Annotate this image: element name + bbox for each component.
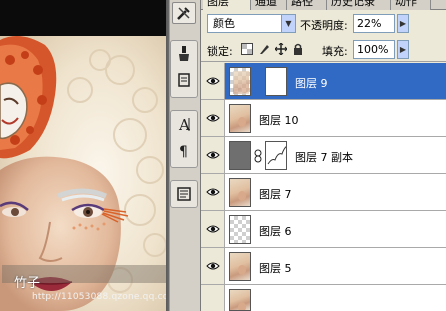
- notes-group: [170, 180, 198, 208]
- lock-all-icon[interactable]: [292, 43, 304, 55]
- layer-name[interactable]: 图层 7: [259, 186, 292, 202]
- svg-text:¶: ¶: [179, 144, 188, 159]
- layer-row[interactable]: [201, 285, 446, 311]
- blend-opacity-row: 颜色 ▼ 不透明度: 22% ▶: [201, 10, 446, 36]
- visibility-toggle[interactable]: [201, 63, 225, 99]
- layer-row[interactable]: 图层 5: [201, 248, 446, 285]
- eye-icon[interactable]: [206, 113, 220, 123]
- layers-list[interactable]: 图层 9 图层 10 图层 7 副本 图层 7 图层 6 图层 5: [201, 63, 446, 311]
- link-chain-icon[interactable]: [254, 149, 262, 163]
- visibility-toggle[interactable]: [201, 100, 225, 136]
- visibility-toggle[interactable]: [201, 137, 225, 173]
- tab-channels[interactable]: 通道: [251, 0, 287, 10]
- blend-mode-select[interactable]: 颜色 ▼: [207, 14, 296, 33]
- layer-thumbnail[interactable]: [229, 215, 251, 244]
- brush-preset-group: [170, 40, 198, 98]
- brush-preset-icon[interactable]: [172, 43, 196, 65]
- visibility-toggle[interactable]: [201, 174, 225, 210]
- blend-mode-value: 颜色: [213, 17, 235, 30]
- fill-slider-arrow-icon[interactable]: ▶: [397, 40, 409, 59]
- layer-thumbnail[interactable]: [229, 252, 251, 281]
- layer-mask-thumbnail[interactable]: [265, 67, 287, 96]
- svg-text:A: A: [178, 116, 190, 133]
- tool-preset-icon[interactable]: [172, 69, 196, 91]
- layer-name[interactable]: 图层 6: [259, 223, 292, 239]
- panel-tabs: 图层 通道 路径 历史记录 动作: [201, 0, 446, 10]
- eye-icon[interactable]: [206, 224, 220, 234]
- layer-mask-thumbnail[interactable]: [265, 141, 287, 170]
- eye-icon[interactable]: [206, 261, 220, 271]
- lock-label: 锁定:: [207, 45, 233, 58]
- visibility-toggle[interactable]: [201, 248, 225, 284]
- layer-name[interactable]: 图层 9: [295, 75, 328, 91]
- fill-label: 填充:: [322, 45, 348, 58]
- eye-icon[interactable]: [206, 187, 220, 197]
- opacity-label: 不透明度:: [300, 19, 348, 32]
- opacity-slider-arrow-icon[interactable]: ▶: [397, 14, 409, 33]
- watermark-name: 竹子: [14, 276, 41, 291]
- layer-thumbnail[interactable]: [229, 104, 251, 133]
- layer-row[interactable]: 图层 6: [201, 211, 446, 248]
- visibility-toggle[interactable]: [201, 211, 225, 247]
- layer-name[interactable]: 图层 5: [259, 260, 292, 276]
- eye-icon[interactable]: [206, 76, 220, 86]
- lock-fill-row: 锁定: 填充: 100% ▶: [201, 38, 446, 62]
- notes-icon[interactable]: [172, 183, 196, 205]
- paragraph-icon[interactable]: ¶: [172, 139, 196, 161]
- layer-row[interactable]: 图层 7 副本: [201, 137, 446, 174]
- layer-name[interactable]: 图层 10: [259, 112, 299, 128]
- tab-history[interactable]: 历史记录: [327, 0, 391, 10]
- tab-actions[interactable]: 动作: [391, 0, 431, 10]
- panel-dock-strip: A ¶: [166, 0, 200, 311]
- visibility-toggle[interactable]: [201, 285, 225, 311]
- fill-input[interactable]: 100%: [353, 40, 395, 59]
- layer-row[interactable]: 图层 7: [201, 174, 446, 211]
- tab-paths[interactable]: 路径: [287, 0, 327, 10]
- text-panel-group: A ¶: [170, 110, 198, 168]
- layer-row[interactable]: 图层 10: [201, 100, 446, 137]
- layer-row[interactable]: 图层 9: [201, 63, 446, 100]
- eye-icon[interactable]: [206, 150, 220, 160]
- layer-thumbnail[interactable]: [229, 141, 251, 170]
- layer-name[interactable]: 图层 7 副本: [295, 149, 353, 165]
- layer-thumbnail[interactable]: [229, 67, 251, 96]
- tab-layers[interactable]: 图层: [203, 0, 251, 10]
- lock-position-icon[interactable]: [275, 43, 287, 55]
- opacity-input[interactable]: 22%: [353, 14, 395, 33]
- tools-icon[interactable]: [172, 2, 196, 24]
- layers-panel: 图层 通道 路径 历史记录 动作 颜色 ▼ 不透明度: 22% ▶ 锁定: 填充…: [200, 0, 446, 311]
- lock-image-icon[interactable]: [258, 43, 270, 55]
- layer-thumbnail[interactable]: [229, 289, 251, 311]
- document-canvas[interactable]: 竹子 http://11053088.qzone.qq.com: [0, 0, 166, 311]
- watermark-url: http://11053088.qzone.qq.com: [32, 292, 166, 302]
- chevron-down-icon[interactable]: ▼: [281, 15, 295, 32]
- lock-transparent-icon[interactable]: [241, 43, 253, 55]
- character-icon[interactable]: A: [172, 113, 196, 135]
- layer-thumbnail[interactable]: [229, 178, 251, 207]
